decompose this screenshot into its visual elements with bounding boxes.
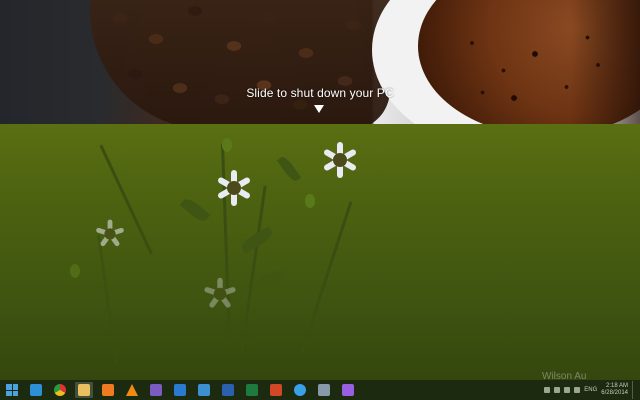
network-icon — [318, 384, 330, 396]
down-arrow-icon[interactable] — [314, 105, 324, 113]
network-icon[interactable] — [564, 387, 571, 393]
taskbar-visual-studio-dark[interactable] — [147, 382, 165, 398]
visual-studio-icon — [150, 384, 162, 396]
flower-bud — [305, 194, 315, 208]
daisy-flower — [214, 168, 254, 208]
taskbar-media-player[interactable] — [99, 382, 117, 398]
flower-stem — [240, 185, 267, 355]
folder-icon — [78, 384, 90, 396]
flag-icon[interactable] — [554, 387, 561, 393]
visual-studio-icon — [342, 384, 354, 396]
taskbar-powerpoint[interactable] — [267, 382, 285, 398]
daisy-flower — [94, 218, 126, 250]
flower-stem — [300, 201, 353, 355]
show-desktop-button[interactable] — [632, 381, 636, 399]
volume-icon[interactable] — [574, 387, 581, 393]
desktop-wallpaper — [0, 124, 640, 380]
flower-stem — [96, 235, 118, 365]
leaf — [254, 269, 286, 289]
flower-bud — [222, 138, 232, 152]
input-language[interactable]: ENG — [584, 387, 597, 393]
daisy-flower — [202, 276, 238, 312]
taskbar-start-button[interactable] — [3, 382, 21, 398]
powerpoint-icon — [270, 384, 282, 396]
traffic-cone-icon — [126, 384, 138, 396]
windows-logo-icon — [6, 384, 18, 396]
leaf — [179, 195, 211, 225]
taskbar-notepad[interactable] — [171, 382, 189, 398]
coffee-beans-image — [90, 0, 390, 124]
media-player-icon — [102, 384, 114, 396]
twitter-bird-icon — [294, 384, 306, 396]
taskbar: ENG 2:18 AM 6/28/2014 — [0, 380, 640, 400]
word-icon — [222, 384, 234, 396]
clock[interactable]: 2:18 AM 6/28/2014 — [601, 383, 628, 397]
daisy-flower — [320, 140, 360, 180]
taskbar-word[interactable] — [219, 382, 237, 398]
system-tray: ENG 2:18 AM 6/28/2014 — [544, 380, 636, 400]
taskbar-visual-studio[interactable] — [339, 382, 357, 398]
excel-icon — [246, 384, 258, 396]
clock-time: 2:18 AM — [605, 383, 628, 389]
remote-desktop-icon — [198, 384, 210, 396]
internet-explorer-icon — [30, 384, 42, 396]
clock-date: 6/28/2014 — [601, 390, 628, 396]
chevron-up-icon[interactable] — [544, 387, 551, 393]
taskbar-remote-desktop[interactable] — [195, 382, 213, 398]
taskbar-file-explorer[interactable] — [75, 382, 93, 398]
taskbar-internet-explorer[interactable] — [27, 382, 45, 398]
notepad-icon — [174, 384, 186, 396]
chrome-icon — [54, 384, 66, 396]
taskbar-network-app[interactable] — [315, 382, 333, 398]
taskbar-excel[interactable] — [243, 382, 261, 398]
panel-shadow — [570, 0, 640, 124]
taskbar-vlc[interactable] — [123, 382, 141, 398]
flower-bud — [70, 264, 80, 278]
leaf — [276, 154, 302, 184]
taskbar-chrome[interactable] — [51, 382, 69, 398]
slide-to-shutdown-text: Slide to shut down your PC — [246, 86, 394, 100]
shutdown-slide-panel[interactable]: Slide to shut down your PC — [0, 0, 640, 124]
taskbar-twitter[interactable] — [291, 382, 309, 398]
